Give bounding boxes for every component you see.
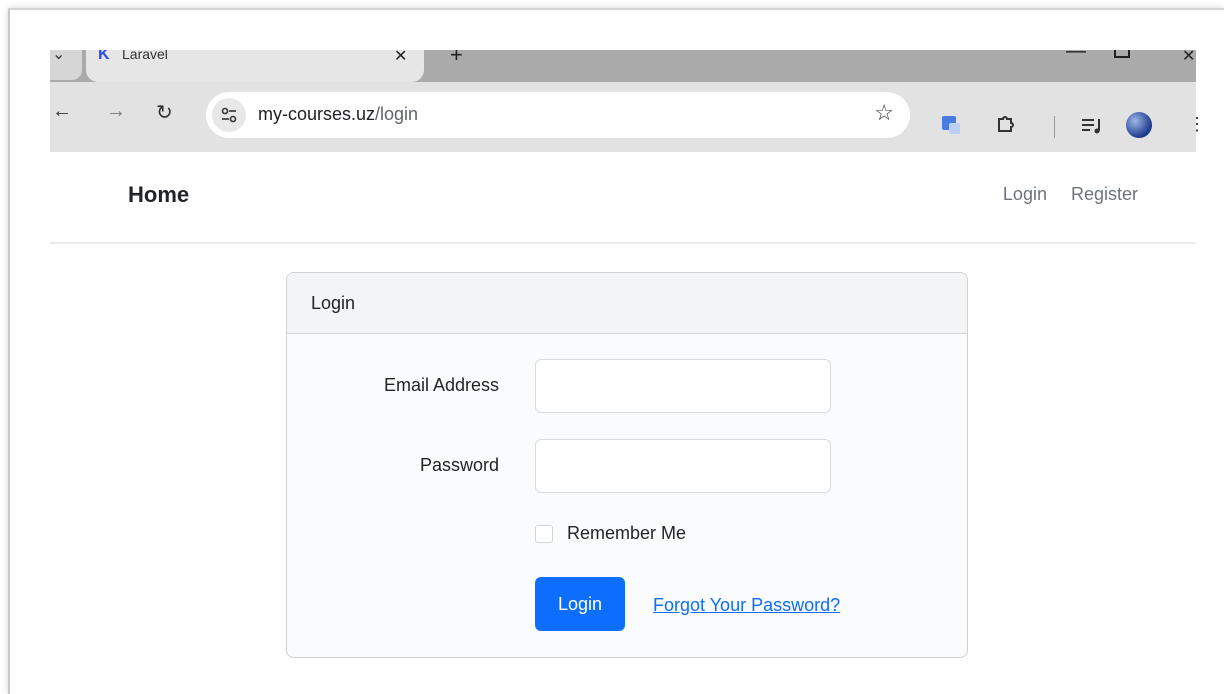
tab-title: Laravel [122, 50, 168, 62]
tab-search-button[interactable]: ⌄ [50, 50, 82, 80]
card-header: Login [287, 273, 967, 334]
browser-toolbar: ← → ↻ my-courses.uz/login ☆ [50, 82, 1196, 152]
login-card: Login Email Address Password Remember Me… [286, 272, 968, 658]
url-host: my-courses.uz [258, 104, 376, 124]
chevron-down-icon: ⌄ [52, 50, 66, 63]
screenshot-frame: ⌄ K Laravel ✕ + — ✕ ← → ↻ my-courses.uz/… [8, 8, 1224, 694]
browser-chrome: ⌄ K Laravel ✕ + — ✕ ← → ↻ my-courses.uz/… [50, 50, 1196, 152]
password-input[interactable] [535, 439, 831, 493]
bookmark-star-icon[interactable]: ☆ [874, 100, 894, 126]
address-bar[interactable]: my-courses.uz/login ☆ [206, 92, 910, 138]
remember-me-checkbox[interactable] [535, 525, 553, 543]
translate-extension-icon[interactable] [940, 114, 962, 136]
new-tab-plus-icon[interactable]: + [450, 50, 463, 68]
reload-icon[interactable]: ↻ [156, 100, 173, 125]
close-window-icon[interactable]: ✕ [1182, 50, 1195, 66]
remember-me-label[interactable]: Remember Me [567, 523, 686, 544]
navbar-links: Login Register [1003, 184, 1138, 205]
url-text[interactable]: my-courses.uz/login [258, 104, 418, 125]
more-options-icon[interactable]: ⋮ [1188, 114, 1206, 135]
forward-arrow-icon[interactable]: → [106, 100, 126, 123]
login-submit-button[interactable]: Login [535, 577, 625, 631]
media-control-icon[interactable] [1080, 116, 1104, 136]
laravel-favicon-icon: K [98, 50, 110, 63]
close-tab-icon[interactable]: ✕ [394, 50, 407, 66]
tab-strip: ⌄ K Laravel ✕ + — ✕ [50, 50, 1196, 82]
url-path: /login [375, 104, 419, 124]
minimize-window-icon[interactable]: — [1066, 50, 1086, 63]
extensions-puzzle-icon[interactable] [994, 112, 1018, 136]
site-navbar: Home Login Register [50, 152, 1196, 244]
profile-avatar[interactable] [1126, 112, 1152, 138]
nav-login-link[interactable]: Login [1003, 184, 1047, 205]
maximize-window-icon[interactable] [1114, 50, 1130, 58]
navbar-brand-home[interactable]: Home [128, 182, 189, 208]
nav-register-link[interactable]: Register [1071, 184, 1138, 205]
email-input[interactable] [535, 359, 831, 413]
password-label: Password [419, 455, 499, 475]
forgot-password-link[interactable]: Forgot Your Password? [653, 595, 840, 616]
back-arrow-icon[interactable]: ← [52, 100, 72, 123]
browser-tab[interactable]: K Laravel ✕ [86, 50, 424, 82]
toolbar-divider [1054, 116, 1055, 138]
site-settings-icon[interactable] [212, 98, 246, 132]
email-label: Email Address [383, 375, 499, 395]
card-title: Login [311, 293, 356, 313]
